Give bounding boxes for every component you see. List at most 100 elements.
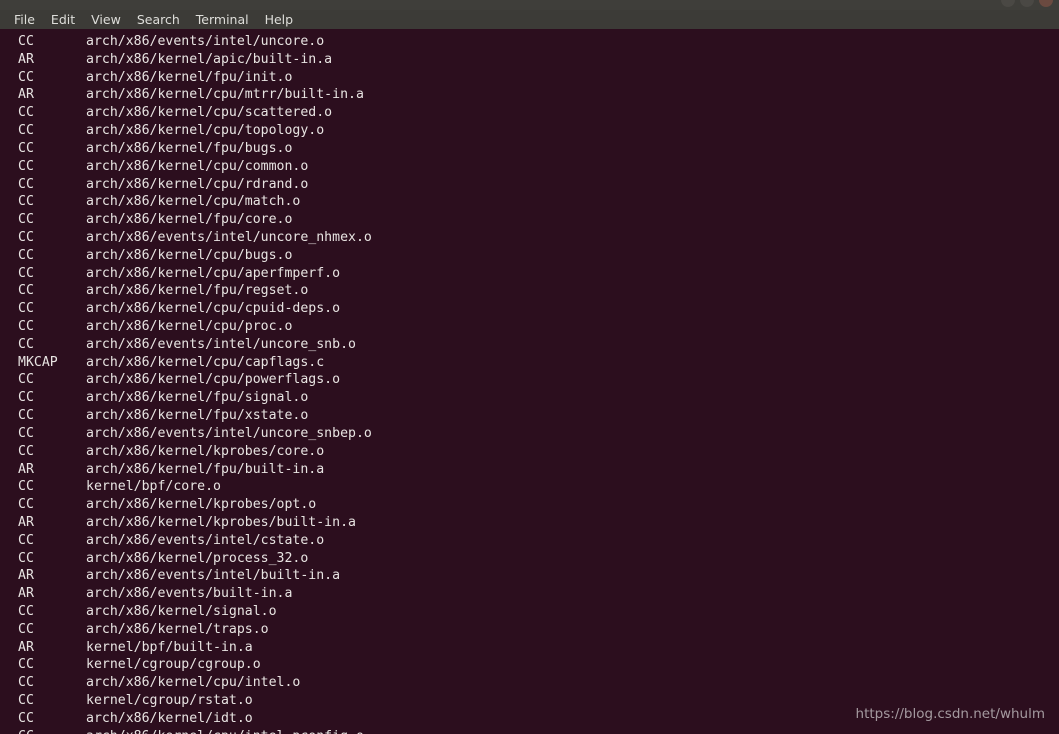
terminal-line: CC arch/x86/events/intel/uncore.o [0,33,1059,51]
build-target-path: arch/x86/kernel/fpu/built-in.a [86,461,325,477]
terminal-line: CC arch/x86/kernel/cpu/cpuid-deps.o [0,300,1059,318]
menu-item-view[interactable]: View [83,10,129,29]
build-target-path: kernel/bpf/built-in.a [86,639,253,655]
build-step-tag: CC [18,319,34,334]
build-step-tag: AR [18,514,34,530]
build-target-path: arch/x86/kernel/cpu/capflags.c [86,354,325,370]
build-target-path: arch/x86/kernel/cpu/cpuid-deps.o [86,301,341,317]
build-step-tag: AR [18,461,34,477]
terminal-line: CC arch/x86/kernel/cpu/aperfmperf.o [0,265,1059,283]
terminal-line: CC arch/x86/events/intel/uncore_snb.o [0,336,1059,354]
terminal-line: AR arch/x86/kernel/kprobes/built-in.a [0,514,1059,532]
terminal-line: CC kernel/cgroup/rstat.o [0,692,1059,710]
terminal-line: CC arch/x86/kernel/fpu/xstate.o [0,407,1059,425]
build-step-tag: CC [18,283,34,299]
build-step-tag: CC [18,621,34,637]
build-target-path: arch/x86/events/intel/uncore.o [86,34,325,49]
terminal-line: AR arch/x86/events/built-in.a [0,585,1059,603]
build-step-tag: CC [18,247,34,263]
terminal-line: CC arch/x86/kernel/fpu/bugs.o [0,140,1059,158]
build-step-tag: CC [18,158,34,174]
build-step-tag: CC [18,123,34,139]
build-target-path: arch/x86/kernel/cpu/intel_pconfig.o [86,728,364,734]
build-step-tag: CC [18,390,34,406]
terminal-line: CC arch/x86/kernel/kprobes/opt.o [0,496,1059,514]
build-target-path: arch/x86/kernel/apic/built-in.a [86,51,333,67]
menubar: File Edit View Search Terminal Help [0,10,1059,29]
menu-item-terminal[interactable]: Terminal [188,10,257,29]
build-target-path: arch/x86/kernel/traps.o [86,621,269,637]
maximize-button[interactable] [1020,0,1034,7]
build-target-path: arch/x86/kernel/fpu/regset.o [86,283,309,299]
build-step-tag: CC [18,301,34,317]
terminal-line: CC arch/x86/kernel/idt.o [0,710,1059,728]
menu-item-file[interactable]: File [6,10,43,29]
terminal-line: CC arch/x86/kernel/fpu/init.o [0,69,1059,87]
build-step-tag: CC [18,497,34,513]
terminal-line: CC arch/x86/events/intel/uncore_snbep.o [0,425,1059,443]
terminal-line: CC arch/x86/kernel/cpu/match.o [0,193,1059,211]
terminal-line: AR arch/x86/events/intel/built-in.a [0,567,1059,585]
terminal-line: AR arch/x86/kernel/apic/built-in.a [0,51,1059,69]
terminal-line: CC arch/x86/events/intel/uncore_nhmex.o [0,229,1059,247]
minimize-button[interactable] [1001,0,1015,7]
terminal-line: CC arch/x86/kernel/cpu/topology.o [0,122,1059,140]
build-target-path: arch/x86/kernel/fpu/signal.o [86,390,309,406]
terminal-output-pane[interactable]: CC arch/x86/events/intel/uncore.o AR arch/x… [0,29,1059,734]
terminal-line: CC kernel/bpf/core.o [0,478,1059,496]
build-step-tag: CC [18,194,34,210]
terminal-line: CC arch/x86/kernel/traps.o [0,621,1059,639]
menu-item-search[interactable]: Search [129,10,188,29]
terminal-line: CC arch/x86/events/intel/cstate.o [0,532,1059,550]
build-target-path: kernel/bpf/core.o [86,479,221,495]
terminal-line: CC arch/x86/kernel/kprobes/core.o [0,443,1059,461]
terminal-line: CC kernel/cgroup/cgroup.o [0,656,1059,674]
build-target-path: arch/x86/kernel/fpu/bugs.o [86,140,293,156]
terminal-line: CC arch/x86/kernel/cpu/intel.o [0,674,1059,692]
build-step-tag: CC [18,336,34,352]
terminal-line: CC arch/x86/kernel/cpu/rdrand.o [0,176,1059,194]
build-target-path: arch/x86/kernel/cpu/rdrand.o [86,176,309,192]
close-button[interactable] [1039,0,1053,7]
build-step-tag: CC [18,550,34,566]
build-step-tag: CC [18,657,34,673]
build-step-tag: AR [18,87,34,103]
build-step-tag: CC [18,408,34,424]
build-step-tag: CC [18,604,34,619]
terminal-line: CC arch/x86/kernel/fpu/signal.o [0,389,1059,407]
build-target-path: arch/x86/kernel/cpu/scattered.o [86,105,333,121]
terminal-line: AR arch/x86/kernel/fpu/built-in.a [0,461,1059,479]
build-target-path: arch/x86/kernel/fpu/core.o [86,212,293,228]
build-step-tag: CC [18,176,34,192]
window-titlebar [0,0,1059,10]
build-step-tag: CC [18,229,34,245]
build-target-path: arch/x86/kernel/kprobes/opt.o [86,497,317,513]
build-target-path: arch/x86/kernel/fpu/init.o [86,69,293,85]
build-step-tag: CC [18,443,34,459]
window-controls [1001,0,1053,7]
build-step-tag: MKCAP [18,354,58,370]
build-target-path: arch/x86/kernel/process_32.o [86,550,309,566]
build-target-path: arch/x86/kernel/kprobes/core.o [86,443,325,459]
terminal-line: CC arch/x86/kernel/fpu/core.o [0,211,1059,229]
build-target-path: arch/x86/kernel/fpu/xstate.o [86,408,309,424]
build-target-path: arch/x86/events/built-in.a [86,586,293,602]
build-target-path: arch/x86/events/intel/built-in.a [86,568,341,584]
build-step-tag: CC [18,710,34,726]
menu-item-edit[interactable]: Edit [43,10,83,29]
build-step-tag: CC [18,140,34,156]
terminal-line: CC arch/x86/kernel/fpu/regset.o [0,282,1059,300]
build-target-path: arch/x86/kernel/cpu/powerflags.o [86,372,341,388]
build-target-path: arch/x86/kernel/cpu/mtrr/built-in.a [86,87,364,103]
menu-item-help[interactable]: Help [257,10,302,29]
build-step-tag: CC [18,532,34,548]
build-target-path: arch/x86/kernel/cpu/intel.o [86,675,301,691]
terminal-line-list: CC arch/x86/events/intel/uncore.o AR arch/x… [0,33,1059,734]
terminal-line: CCarch/x86/kernel/cpu/intel_pconfig.o [0,728,1059,734]
terminal-line: MKCAP arch/x86/kernel/cpu/capflags.c [0,354,1059,372]
build-step-tag: AR [18,639,34,655]
build-step-tag: CC [18,34,34,49]
build-step-tag: CC [18,675,34,691]
build-target-path: kernel/cgroup/rstat.o [86,693,253,709]
build-target-path: arch/x86/kernel/signal.o [86,604,277,619]
